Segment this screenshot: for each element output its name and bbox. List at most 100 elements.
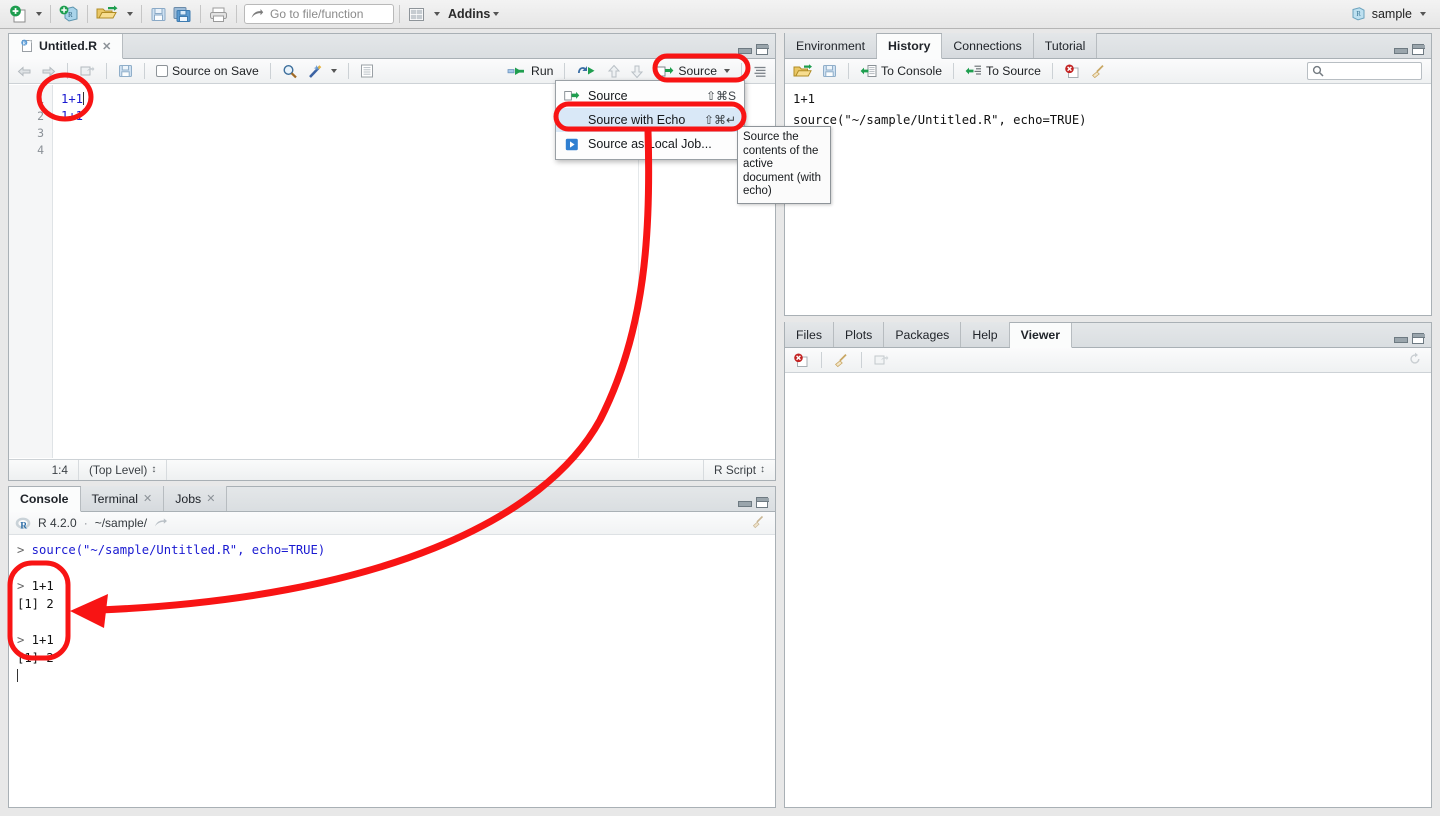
file-type-selector[interactable]: R Script ↕ bbox=[703, 460, 775, 480]
maximize-icon[interactable] bbox=[756, 497, 769, 508]
arrow-up-icon bbox=[608, 64, 621, 77]
history-search-input[interactable] bbox=[1307, 62, 1422, 80]
save-history-button[interactable] bbox=[819, 63, 840, 79]
menu-item-source-with-echo[interactable]: Source with Echo ⇧⌘↵ bbox=[556, 108, 744, 132]
history-entry[interactable]: source("~/sample/Untitled.R", echo=TRUE) bbox=[793, 110, 1423, 131]
text-caret bbox=[17, 669, 18, 682]
source-button[interactable]: Source bbox=[650, 63, 733, 79]
source-options-button[interactable] bbox=[750, 64, 770, 79]
save-button[interactable] bbox=[147, 3, 170, 26]
rerun-button[interactable] bbox=[573, 63, 601, 79]
viewer-refresh-button[interactable] bbox=[1408, 352, 1426, 369]
save-all-icon bbox=[173, 6, 191, 22]
tab-environment[interactable]: Environment bbox=[785, 33, 878, 58]
tab-label: Plots bbox=[844, 327, 873, 342]
new-file-dropdown[interactable] bbox=[30, 3, 45, 26]
broom-icon bbox=[752, 515, 764, 528]
history-list[interactable]: 1+1 source("~/sample/Untitled.R", echo=T… bbox=[785, 85, 1431, 315]
chevron-down-icon[interactable] bbox=[724, 69, 730, 73]
document-outline-button[interactable] bbox=[357, 63, 377, 79]
project-name: sample bbox=[1371, 7, 1412, 21]
tab-plots[interactable]: Plots bbox=[833, 322, 885, 347]
tab-help[interactable]: Help bbox=[961, 322, 1010, 347]
maximize-icon[interactable] bbox=[1412, 44, 1425, 55]
forward-button[interactable] bbox=[38, 64, 59, 79]
save-document-button[interactable] bbox=[115, 63, 136, 79]
next-chunk-button[interactable] bbox=[627, 63, 647, 80]
save-all-button[interactable] bbox=[170, 3, 195, 26]
load-history-button[interactable] bbox=[790, 63, 816, 80]
project-menu[interactable]: R sample bbox=[1350, 6, 1434, 22]
workspace-panes-dropdown[interactable] bbox=[428, 3, 443, 26]
viewer-popout-button[interactable] bbox=[870, 352, 892, 368]
scope-selector[interactable]: (Top Level) ↕ bbox=[79, 460, 168, 480]
source-tab-untitled[interactable]: R Untitled.R ✕ bbox=[9, 34, 124, 59]
files-tabbar: Files Plots Packages Help Viewer bbox=[785, 322, 1431, 348]
minimize-icon[interactable] bbox=[1394, 334, 1408, 343]
tab-history[interactable]: History bbox=[877, 34, 943, 59]
to-source-label: To Source bbox=[985, 64, 1041, 78]
goto-file-function-input[interactable]: Go to file/function bbox=[244, 4, 394, 24]
menu-item-source-as-local-job[interactable]: Source as Local Job... bbox=[556, 132, 744, 156]
r-version-label: R 4.2.0 bbox=[38, 516, 77, 530]
magic-wand-icon bbox=[308, 64, 322, 78]
console-output[interactable]: > source("~/sample/Untitled.R", echo=TRU… bbox=[9, 536, 775, 807]
clear-console-button[interactable] bbox=[751, 515, 769, 532]
source-icon bbox=[564, 90, 580, 102]
goto-directory-icon[interactable] bbox=[154, 517, 168, 529]
menu-item-shortcut: ⇧⌘↵ bbox=[703, 113, 736, 127]
toolbar-divider bbox=[50, 5, 51, 23]
popout-icon bbox=[874, 355, 889, 365]
run-button[interactable]: Run bbox=[504, 63, 556, 79]
minimize-icon[interactable] bbox=[1394, 45, 1408, 54]
close-icon[interactable]: ✕ bbox=[206, 492, 215, 505]
tab-viewer[interactable]: Viewer bbox=[1009, 323, 1073, 348]
tab-jobs[interactable]: Jobs ✕ bbox=[164, 486, 228, 511]
minimize-icon[interactable] bbox=[738, 45, 752, 54]
tab-console[interactable]: Console bbox=[9, 487, 81, 512]
close-icon[interactable]: ✕ bbox=[102, 40, 111, 53]
print-button[interactable] bbox=[206, 3, 231, 26]
minimize-icon[interactable] bbox=[738, 498, 752, 507]
tab-label: Jobs bbox=[175, 491, 202, 506]
tab-connections[interactable]: Connections bbox=[942, 33, 1034, 58]
clear-history-button[interactable] bbox=[1087, 63, 1110, 80]
maximize-icon[interactable] bbox=[756, 44, 769, 55]
new-file-icon bbox=[10, 5, 26, 23]
back-button[interactable] bbox=[14, 64, 35, 79]
code-tools-button[interactable] bbox=[304, 63, 340, 80]
close-icon[interactable]: ✕ bbox=[143, 492, 152, 505]
history-entry[interactable]: 1+1 bbox=[793, 89, 1423, 110]
console-info-bar: R R 4.2.0 · ~/sample/ bbox=[9, 512, 775, 535]
tab-label: Tutorial bbox=[1044, 38, 1086, 53]
new-project-button[interactable]: R bbox=[56, 3, 82, 26]
open-file-dropdown[interactable] bbox=[121, 3, 136, 26]
source-on-save-checkbox[interactable]: Source on Save bbox=[153, 63, 262, 79]
tab-label: Environment bbox=[796, 38, 866, 53]
clear-viewer-button[interactable] bbox=[830, 352, 853, 369]
stop-viewer-button[interactable] bbox=[790, 352, 813, 369]
popout-icon bbox=[80, 66, 95, 76]
remove-history-button[interactable] bbox=[1061, 63, 1084, 80]
addins-button[interactable]: Addins bbox=[443, 3, 502, 26]
tab-tutorial[interactable]: Tutorial bbox=[1033, 33, 1098, 58]
svg-text:R: R bbox=[20, 521, 27, 530]
tab-packages[interactable]: Packages bbox=[884, 322, 962, 347]
toolbar-divider bbox=[399, 5, 400, 23]
maximize-icon[interactable] bbox=[1412, 333, 1425, 344]
to-console-button[interactable]: To Console bbox=[857, 63, 945, 79]
find-replace-button[interactable] bbox=[279, 63, 301, 80]
remove-icon bbox=[1065, 64, 1079, 78]
new-file-button[interactable] bbox=[6, 3, 30, 26]
tab-files[interactable]: Files bbox=[785, 322, 834, 347]
previous-chunk-button[interactable] bbox=[604, 63, 624, 80]
global-toolbar: R Go to file/function Addins R sample bbox=[0, 0, 1440, 29]
console-input-line[interactable] bbox=[17, 667, 767, 685]
source-dropdown-menu: Source ⇧⌘S Source with Echo ⇧⌘↵ Source a… bbox=[555, 80, 745, 160]
to-source-button[interactable]: To Source bbox=[962, 63, 1044, 79]
menu-item-source[interactable]: Source ⇧⌘S bbox=[556, 84, 744, 108]
show-in-new-window-button[interactable] bbox=[76, 63, 98, 79]
open-file-button[interactable] bbox=[93, 3, 121, 26]
tab-terminal[interactable]: Terminal ✕ bbox=[80, 486, 165, 511]
workspace-panes-button[interactable] bbox=[405, 3, 428, 26]
